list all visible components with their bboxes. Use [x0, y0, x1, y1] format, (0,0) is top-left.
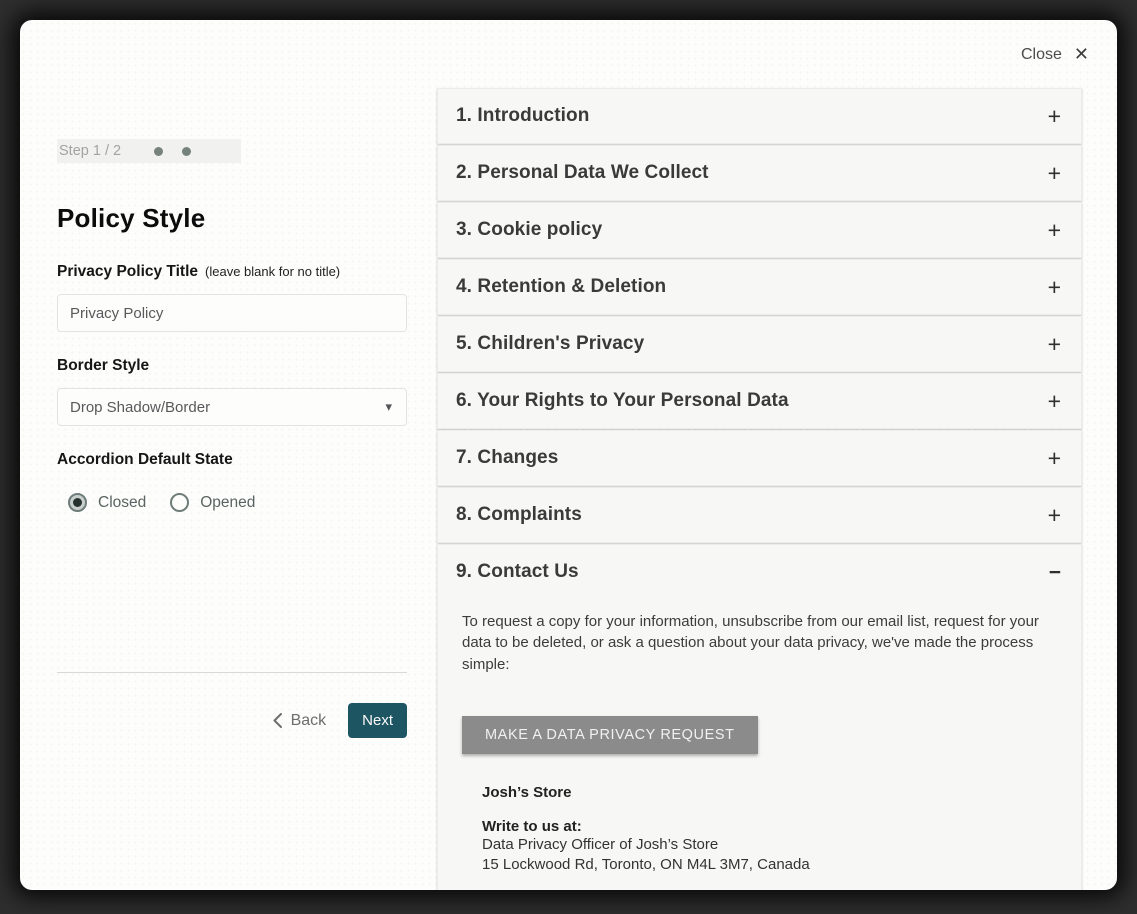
write-to-us-label: Write to us at: — [462, 818, 1055, 835]
radio-closed-control[interactable] — [68, 493, 87, 512]
accordion-section: 7. Changes + — [437, 430, 1082, 486]
accordion-section-header[interactable]: 9. Contact Us − — [438, 545, 1081, 599]
back-button[interactable]: Back — [273, 712, 327, 730]
accordion-default-state-label: Accordion Default State — [57, 451, 407, 469]
accordion-section-title: 3. Cookie policy — [456, 219, 602, 241]
accordion-section-title: 9. Contact Us — [456, 561, 579, 583]
address-line-1: Data Privacy Officer of Josh’s Store — [462, 835, 1055, 855]
accordion-section-expanded: 9. Contact Us − To request a copy for yo… — [437, 544, 1082, 890]
accordion-section: 6. Your Rights to Your Personal Data + — [437, 373, 1082, 429]
radio-option-closed[interactable]: Closed — [68, 493, 146, 512]
radio-opened-control[interactable] — [170, 493, 189, 512]
accordion-section-title: 6. Your Rights to Your Personal Data — [456, 390, 789, 412]
step-label: Step 1 / 2 — [59, 143, 121, 159]
plus-icon: + — [1048, 390, 1061, 413]
accordion-section-header[interactable]: 3. Cookie policy + — [438, 203, 1081, 257]
border-style-selected-value: Drop Shadow/Border — [70, 399, 210, 416]
plus-icon: + — [1048, 162, 1061, 185]
form-divider — [57, 672, 407, 673]
accordion-section: 4. Retention & Deletion + — [437, 259, 1082, 315]
accordion-section-header[interactable]: 6. Your Rights to Your Personal Data + — [438, 374, 1081, 428]
plus-icon: + — [1048, 276, 1061, 299]
border-style-label: Border Style — [57, 357, 407, 375]
accordion-section: 3. Cookie policy + — [437, 202, 1082, 258]
accordion-section-title: 5. Children's Privacy — [456, 333, 644, 355]
chevron-down-icon: ▾ — [385, 399, 392, 415]
chevron-left-icon — [273, 713, 282, 728]
accordion-section-title: 2. Personal Data We Collect — [456, 162, 709, 184]
step-progress: Step 1 / 2 — [57, 139, 241, 163]
accordion-section-title: 4. Retention & Deletion — [456, 276, 666, 298]
accordion-collapsed-sections: 1. Introduction + 2. Personal Data We Co… — [437, 88, 1082, 543]
step-dots — [154, 147, 191, 156]
accordion-section-title: 7. Changes — [456, 447, 558, 469]
policy-style-modal: Close ✕ Step 1 / 2 Policy Style Privacy … — [20, 20, 1117, 890]
border-style-select[interactable]: Drop Shadow/Border ▾ — [57, 388, 407, 426]
accordion-section-header[interactable]: 8. Complaints + — [438, 488, 1081, 542]
radio-option-opened[interactable]: Opened — [170, 493, 255, 512]
contact-us-body: To request a copy for your information, … — [438, 599, 1081, 890]
accordion-section-header[interactable]: 1. Introduction + — [438, 89, 1081, 143]
contact-us-paragraph: To request a copy for your information, … — [462, 611, 1055, 675]
wizard-panel: Step 1 / 2 Policy Style Privacy Policy T… — [57, 139, 407, 738]
make-data-privacy-request-button[interactable]: MAKE A DATA PRIVACY REQUEST — [462, 716, 758, 754]
accordion-section-header[interactable]: 4. Retention & Deletion + — [438, 260, 1081, 314]
plus-icon: + — [1048, 219, 1061, 242]
accordion-section-header[interactable]: 7. Changes + — [438, 431, 1081, 485]
plus-icon: + — [1048, 105, 1061, 128]
accordion-section-header[interactable]: 5. Children's Privacy + — [438, 317, 1081, 371]
privacy-policy-title-input[interactable] — [57, 294, 407, 332]
accordion-state-radio-group: Closed Opened — [57, 493, 407, 512]
accordion-section-title: 8. Complaints — [456, 504, 582, 526]
next-button[interactable]: Next — [348, 703, 407, 738]
close-button-label: Close — [1021, 46, 1062, 64]
accordion-section: 8. Complaints + — [437, 487, 1082, 543]
step-dot-2 — [182, 147, 191, 156]
accordion-section: 5. Children's Privacy + — [437, 316, 1082, 372]
page-title: Policy Style — [57, 203, 407, 234]
radio-closed-label: Closed — [98, 494, 146, 512]
accordion-section: 1. Introduction + — [437, 88, 1082, 144]
back-button-label: Back — [291, 712, 327, 730]
policy-preview-panel: 1. Introduction + 2. Personal Data We Co… — [437, 88, 1082, 890]
step-dot-1 — [154, 147, 163, 156]
plus-icon: + — [1048, 333, 1061, 356]
accordion-section-header[interactable]: 2. Personal Data We Collect + — [438, 146, 1081, 200]
accordion-section: 2. Personal Data We Collect + — [437, 145, 1082, 201]
address-line-2: 15 Lockwood Rd, Toronto, ON M4L 3M7, Can… — [462, 855, 1055, 875]
close-icon: ✕ — [1074, 44, 1089, 65]
accordion-section-title: 1. Introduction — [456, 105, 589, 127]
privacy-policy-title-hint: (leave blank for no title) — [205, 264, 340, 279]
store-name: Josh’s Store — [462, 784, 1055, 801]
privacy-policy-title-label: Privacy Policy Title — [57, 263, 198, 281]
minus-icon: − — [1049, 562, 1061, 583]
close-button[interactable]: Close ✕ — [1021, 44, 1089, 65]
plus-icon: + — [1048, 447, 1061, 470]
plus-icon: + — [1048, 504, 1061, 527]
radio-opened-label: Opened — [200, 494, 255, 512]
